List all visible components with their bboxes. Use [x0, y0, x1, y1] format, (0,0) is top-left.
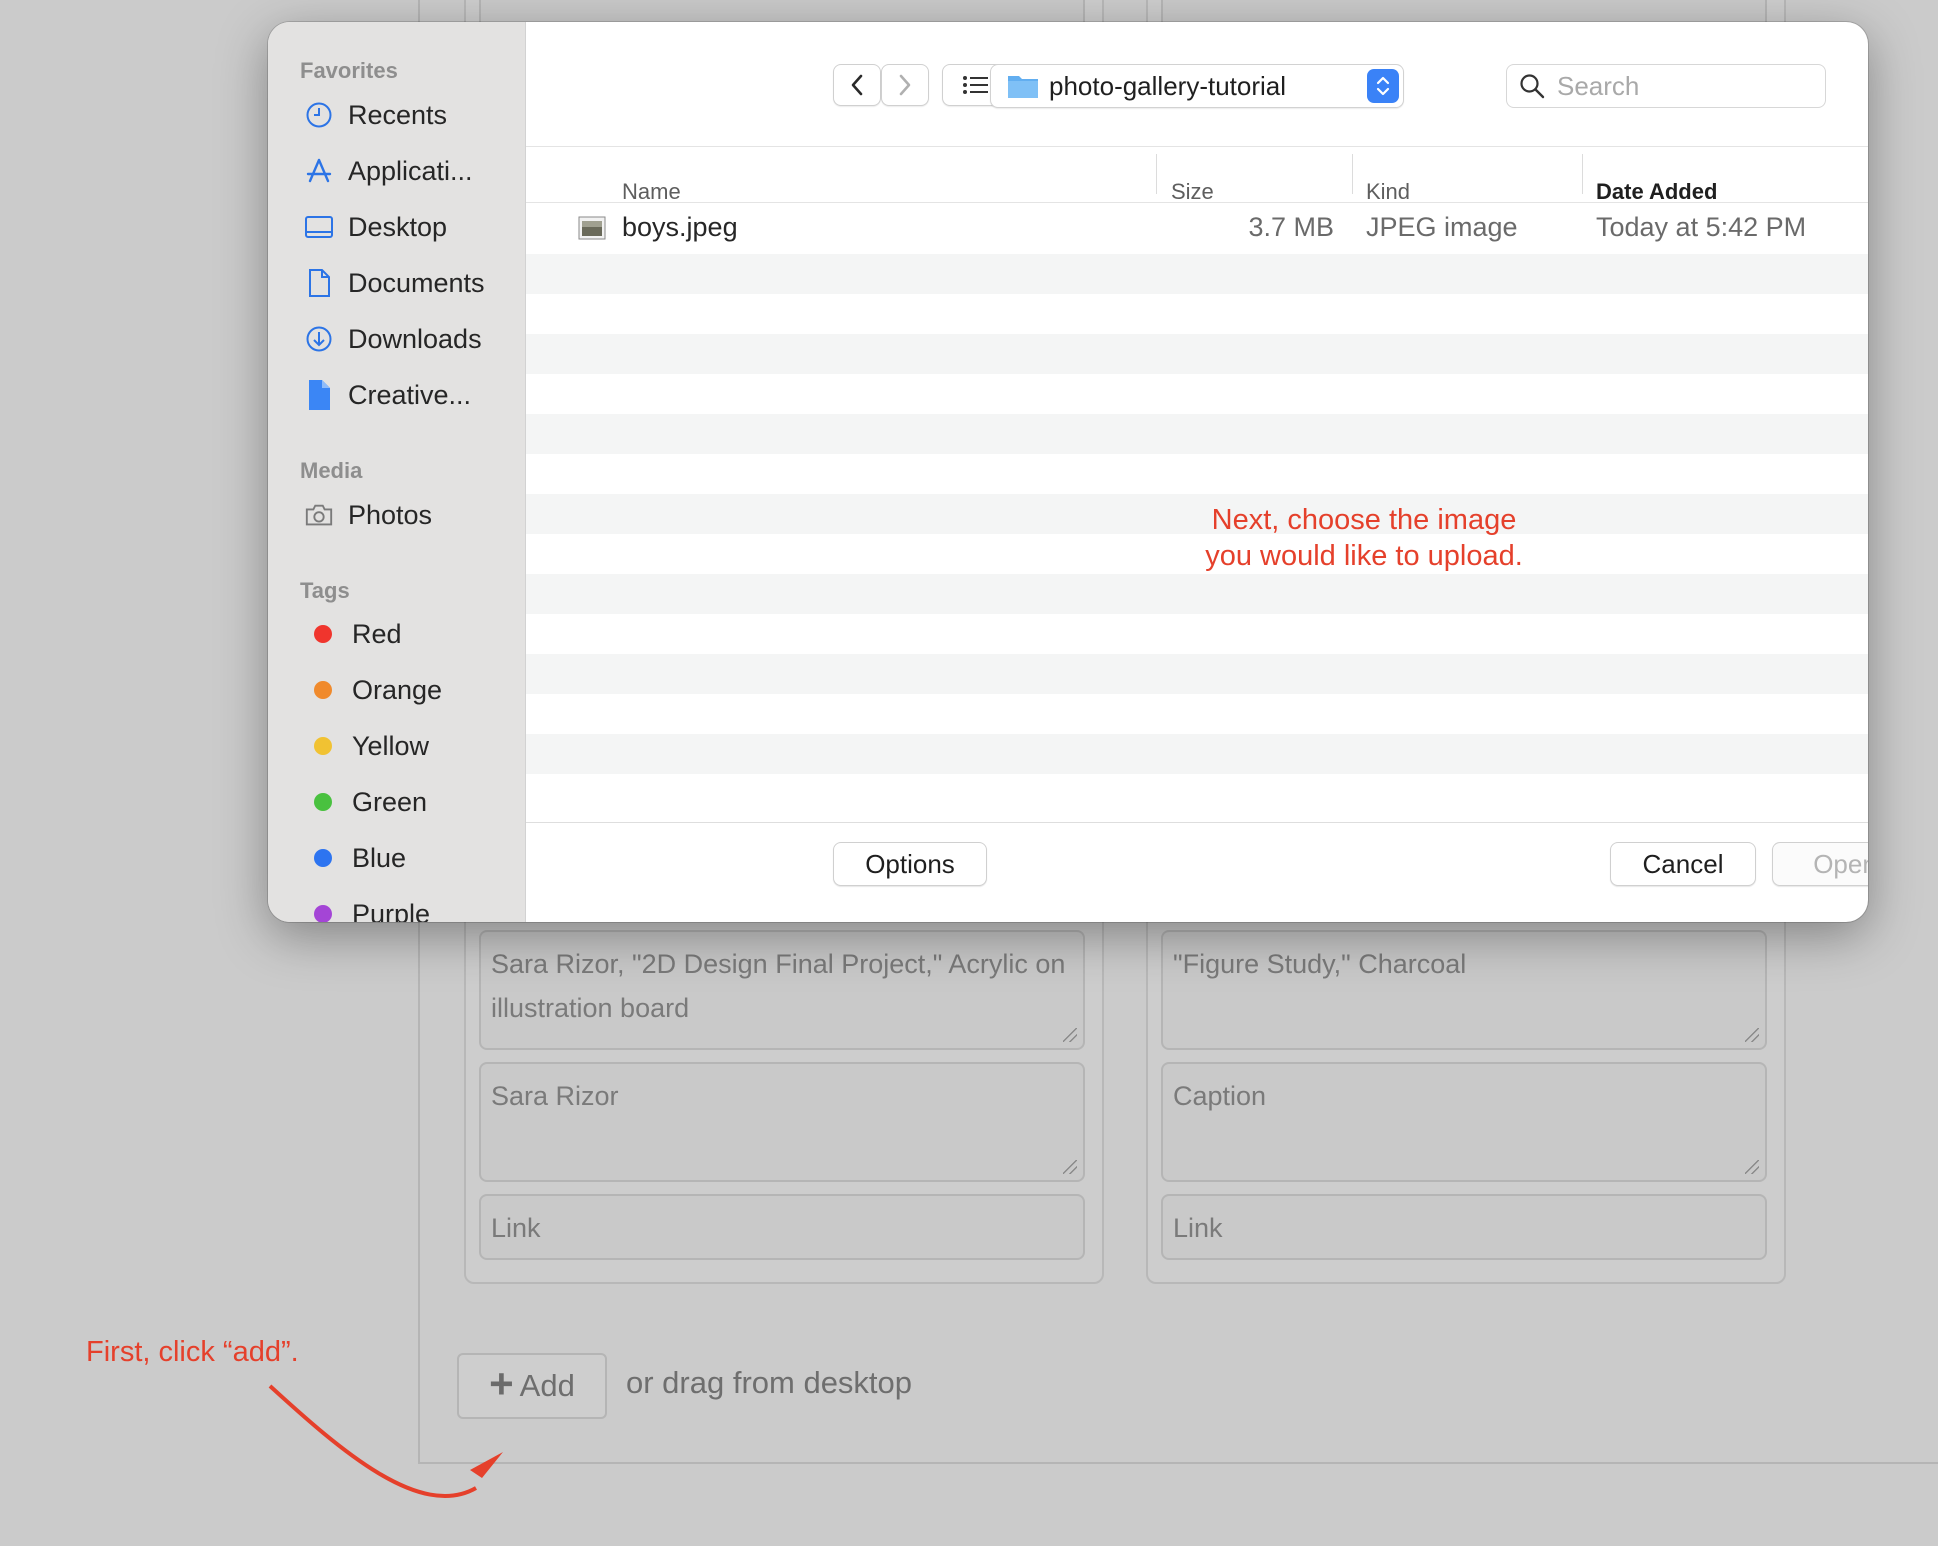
favorites-heading: Favorites [300, 58, 398, 83]
footer-divider [526, 822, 1868, 823]
open-button[interactable]: Open [1772, 842, 1868, 886]
sidebar-item-label: Applicati... [348, 155, 473, 186]
arrow-to-add [268, 1384, 477, 1499]
sidebar-item-label: Desktop [348, 211, 448, 242]
search-field[interactable] [1506, 64, 1826, 108]
sidebar-tag-purple[interactable]: Purple [304, 890, 519, 922]
forward-button[interactable] [881, 64, 929, 106]
sidebar-item-label: Orange [352, 674, 443, 705]
tag-dot-icon [314, 905, 332, 922]
list-icon [963, 76, 988, 94]
column-divider [1156, 154, 1157, 194]
finder-sidebar: Favorites Recents Applicati... Desktop D… [268, 22, 526, 922]
sidebar-item-label: Recents [348, 99, 448, 130]
sidebar-item-label: Documents [348, 267, 485, 298]
sidebar-item-photos[interactable]: Photos [304, 491, 519, 539]
tag-dot-icon [314, 681, 332, 699]
sidebar-item-desktop[interactable]: Desktop [304, 203, 519, 251]
sidebar-item-label: Downloads [348, 323, 482, 354]
sidebar-item-label: Blue [352, 842, 407, 873]
sidebar-tag-yellow[interactable]: Yellow [304, 722, 519, 770]
chevron-left-icon [851, 74, 863, 96]
camera-icon [304, 500, 334, 530]
folder-location-popup[interactable]: photo-gallery-tutorial [990, 64, 1404, 108]
annotation-next-line1: Next, choose the image [1211, 504, 1517, 536]
annotation-next-line2: you would like to upload. [1205, 540, 1523, 572]
image-file-icon [578, 216, 606, 247]
file-browser: photo-gallery-tutorial Name Size Kind Da… [526, 22, 1868, 922]
desktop-icon [304, 212, 334, 242]
sidebar-item-label: Yellow [352, 730, 430, 761]
arrow-head-icon [470, 1452, 503, 1478]
sidebar-tag-orange[interactable]: Orange [304, 666, 519, 714]
file-date-added: Today at 5:42 PM [1596, 212, 1807, 242]
current-folder-label: photo-gallery-tutorial [1049, 70, 1287, 101]
sidebar-tag-red[interactable]: Red [304, 610, 519, 658]
file-name: boys.jpeg [622, 212, 738, 242]
popup-stepper-icon [1367, 69, 1399, 103]
cancel-button[interactable]: Cancel [1610, 842, 1756, 886]
tag-dot-icon [314, 793, 332, 811]
sidebar-item-recents[interactable]: Recents [304, 91, 519, 139]
tag-dot-icon [314, 737, 332, 755]
document-icon [304, 268, 334, 298]
sidebar-tag-blue[interactable]: Blue [304, 834, 519, 882]
column-divider [1582, 154, 1583, 194]
file-size: 3.7 MB [1248, 212, 1334, 242]
sidebar-item-label: Purple [352, 898, 431, 923]
applications-icon [304, 156, 334, 186]
sidebar-item-label: Red [352, 618, 402, 649]
sidebar-tag-green[interactable]: Green [304, 778, 519, 826]
chevron-right-icon [899, 74, 911, 96]
file-icon [304, 380, 334, 410]
sidebar-item-applications[interactable]: Applicati... [304, 147, 519, 195]
options-button[interactable]: Options [833, 842, 987, 886]
sidebar-item-label: Green [352, 786, 428, 817]
search-input[interactable] [1557, 70, 1797, 102]
media-heading: Media [300, 458, 363, 483]
sidebar-item-creative[interactable]: Creative... [304, 371, 519, 419]
folder-icon [1008, 76, 1038, 98]
open-file-dialog: Favorites Recents Applicati... Desktop D… [268, 22, 1868, 922]
download-icon [304, 324, 334, 354]
file-row[interactable]: boys.jpeg 3.7 MB JPEG image Today at 5:4… [526, 204, 1868, 254]
clock-icon [304, 100, 334, 130]
sidebar-item-label: Photos [348, 499, 433, 530]
column-divider [1352, 154, 1353, 194]
toolbar-divider [526, 146, 1868, 147]
sidebar-item-label: Creative... [348, 379, 472, 410]
tag-dot-icon [314, 625, 332, 643]
annotation-next: Next, choose the image you would like to… [1154, 502, 1574, 574]
back-button[interactable] [833, 64, 881, 106]
sidebar-item-documents[interactable]: Documents [304, 259, 519, 307]
search-icon [1520, 74, 1545, 99]
sidebar-item-downloads[interactable]: Downloads [304, 315, 519, 363]
tag-dot-icon [314, 849, 332, 867]
tags-heading: Tags [300, 578, 350, 603]
file-kind: JPEG image [1366, 212, 1518, 242]
